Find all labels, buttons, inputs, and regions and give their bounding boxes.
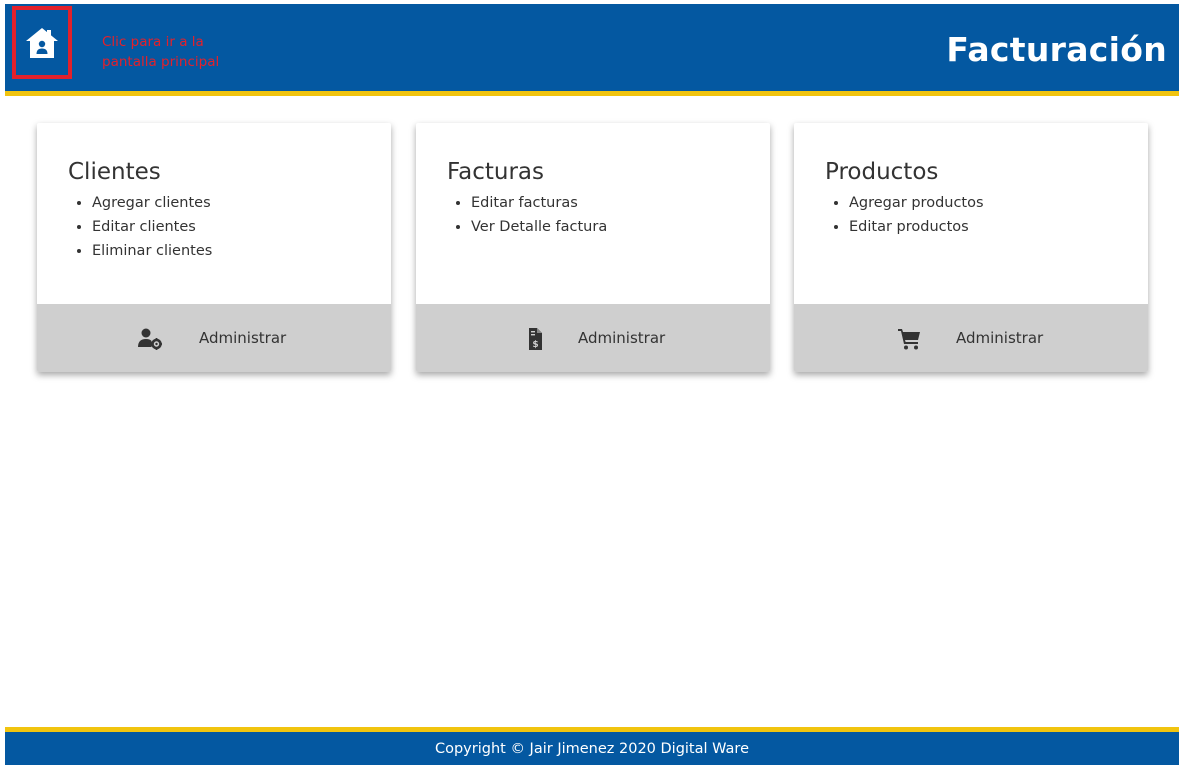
card-facturas: Facturas Editar facturas Ver Detalle fac… — [416, 123, 770, 372]
list-item: Ver Detalle factura — [471, 215, 607, 239]
card-feature-list: Editar facturas Ver Detalle factura — [447, 191, 607, 239]
list-item: Editar facturas — [471, 191, 607, 215]
card-feature-list: Agregar productos Editar productos — [825, 191, 984, 239]
card-clientes: Clientes Agregar clientes Editar cliente… — [37, 123, 391, 372]
list-item: Eliminar clientes — [92, 239, 212, 263]
invoice-dollar-icon: $ — [529, 328, 542, 350]
administrar-label: Administrar — [578, 329, 666, 347]
list-item: Editar productos — [849, 215, 984, 239]
app-title: Facturación — [946, 30, 1167, 69]
administrar-productos-button[interactable]: Administrar — [794, 304, 1148, 372]
card-title: Facturas — [447, 159, 544, 185]
home-button[interactable] — [12, 6, 72, 79]
list-item: Editar clientes — [92, 215, 212, 239]
card-feature-list: Agregar clientes Editar clientes Elimina… — [68, 191, 212, 263]
home-hint-annotation: Clic para ir a la pantalla principal — [102, 34, 220, 70]
svg-text:$: $ — [532, 340, 538, 350]
administrar-label: Administrar — [956, 329, 1044, 347]
administrar-clientes-button[interactable]: Administrar — [37, 304, 391, 372]
card-productos: Productos Agregar productos Editar produ… — [794, 123, 1148, 372]
administrar-facturas-button[interactable]: $ Administrar — [416, 304, 770, 372]
list-item: Agregar productos — [849, 191, 984, 215]
administrar-label: Administrar — [199, 329, 287, 347]
header-bar: Clic para ir a la pantalla principal Fac… — [5, 4, 1179, 96]
user-gear-icon — [138, 328, 162, 350]
copyright-text: Copyright © Jair Jimenez 2020 Digital Wa… — [434, 741, 749, 757]
footer-bar: Copyright © Jair Jimenez 2020 Digital Wa… — [5, 727, 1179, 765]
page: Clic para ir a la pantalla principal Fac… — [0, 0, 1179, 765]
shopping-cart-icon — [898, 329, 920, 350]
card-title: Productos — [825, 159, 939, 185]
home-icon — [26, 27, 58, 58]
card-title: Clientes — [68, 159, 161, 185]
list-item: Agregar clientes — [92, 191, 212, 215]
